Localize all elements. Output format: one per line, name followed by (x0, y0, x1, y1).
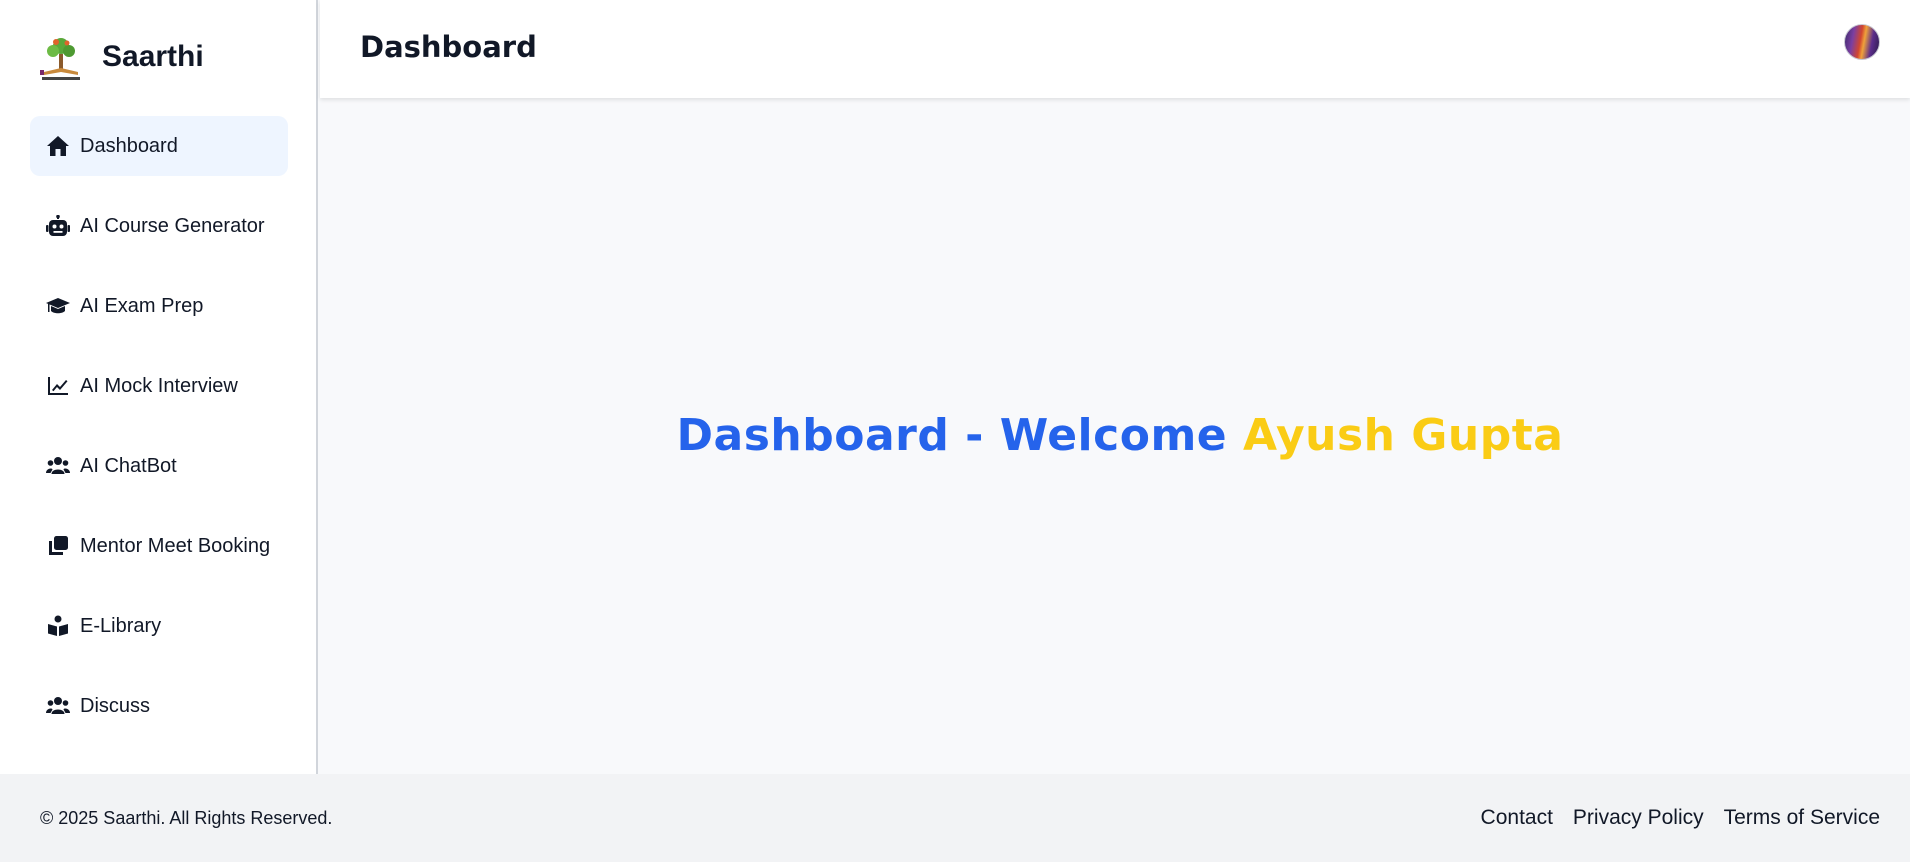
copyright-text: © 2025 Saarthi. All Rights Reserved. (40, 808, 333, 828)
welcome-user-name: Ayush Gupta (1242, 410, 1564, 461)
footer-link-terms-of-service[interactable]: Terms of Service (1724, 806, 1880, 830)
sidebar: Saarthi Dashboard AI Course Generator AI… (0, 0, 318, 774)
sidebar-item-label: AI ChatBot (80, 454, 177, 477)
footer-link-privacy-policy[interactable]: Privacy Policy (1573, 806, 1704, 830)
sidebar-item-ai-mock-interview[interactable]: AI Mock Interview (30, 356, 288, 416)
sidebar-nav: Dashboard AI Course Generator AI Exam Pr… (30, 116, 288, 756)
brand-name: Saarthi (102, 40, 204, 73)
sidebar-item-label: AI Mock Interview (80, 374, 238, 397)
welcome-prefix: Dashboard - Welcome (676, 410, 1228, 461)
sidebar-item-ai-chatbot[interactable]: AI ChatBot (30, 436, 288, 496)
welcome-heading: Dashboard - Welcome Ayush Gupta (320, 410, 1910, 461)
clone-icon (44, 534, 72, 558)
robot-icon (44, 214, 72, 238)
sidebar-item-label: E-Library (80, 614, 162, 637)
sidebar-item-label: Discuss (80, 694, 151, 717)
sidebar-item-ai-exam-prep[interactable]: AI Exam Prep (30, 276, 288, 336)
page-title: Dashboard (360, 30, 537, 64)
users-icon (44, 694, 72, 718)
footer: © 2025 Saarthi. All Rights Reserved. Con… (0, 774, 1910, 862)
saarthi-logo-icon (40, 38, 80, 80)
users-icon (44, 454, 72, 478)
book-reader-icon (44, 614, 72, 638)
top-header: Dashboard (320, 0, 1910, 98)
sidebar-item-label: Mentor Meet Booking (80, 534, 271, 557)
footer-link-contact[interactable]: Contact (1481, 806, 1553, 830)
sidebar-item-label: Dashboard (80, 134, 178, 157)
brand[interactable]: Saarthi (36, 32, 204, 82)
sidebar-item-e-library[interactable]: E-Library (30, 596, 288, 656)
sidebar-item-label: AI Course Generator (80, 214, 265, 237)
user-avatar[interactable] (1844, 24, 1880, 60)
sidebar-item-discuss[interactable]: Discuss (30, 676, 288, 736)
line-chart-icon (44, 374, 72, 398)
home-icon (44, 134, 72, 158)
sidebar-item-label: AI Exam Prep (80, 294, 204, 317)
footer-links: Contact Privacy Policy Terms of Service (1481, 806, 1880, 830)
sidebar-item-ai-course-generator[interactable]: AI Course Generator (30, 196, 288, 256)
sidebar-item-mentor-meet-booking[interactable]: Mentor Meet Booking (30, 516, 288, 576)
sidebar-item-dashboard[interactable]: Dashboard (30, 116, 288, 176)
graduation-cap-icon (44, 294, 72, 318)
